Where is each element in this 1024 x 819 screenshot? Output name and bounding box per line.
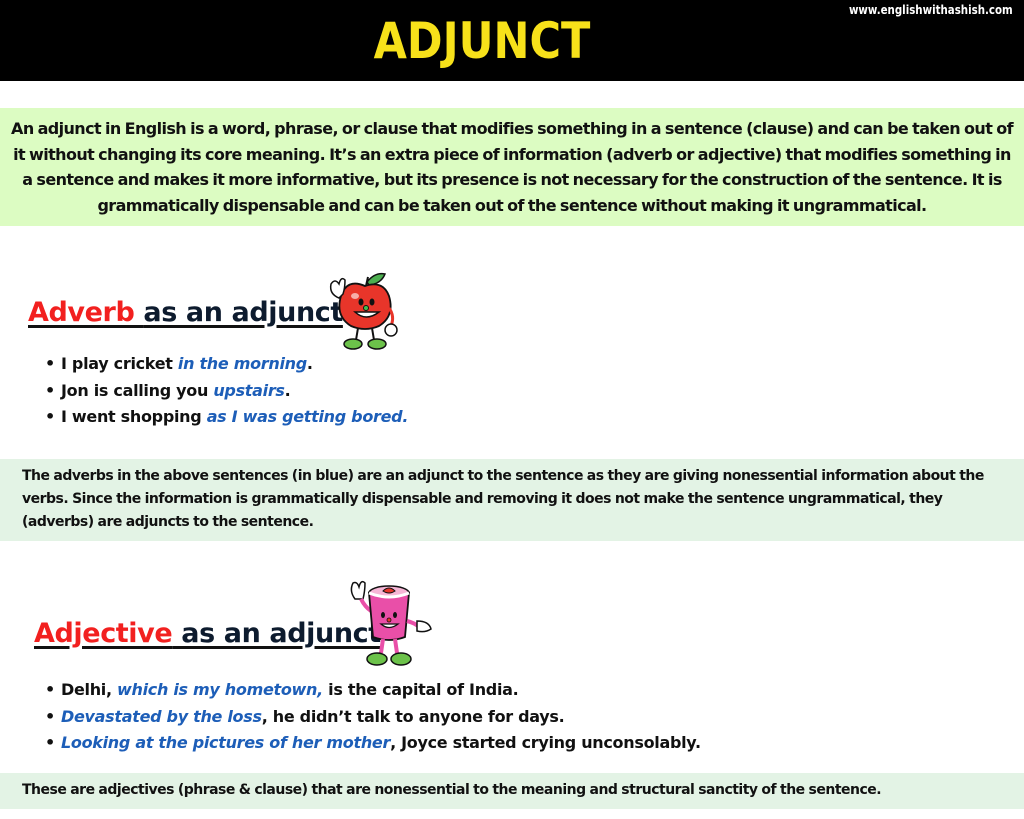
adverb-section-heading: Adverb as an adjunct [28, 296, 343, 330]
adjective-section-heading: Adjective as an adjunct [34, 617, 381, 651]
adjective-examples-list: Delhi, which is my hometown, is the capi… [45, 677, 701, 757]
adjective-explanation-text: These are adjectives (phrase & clause) t… [22, 782, 882, 798]
yogurt-cup-mascot-icon [350, 580, 432, 666]
header-banner: ADJUNCT www.englishwithashish.com [0, 0, 1024, 81]
website-url: www.englishwithashish.com [849, 2, 1013, 17]
adjunct-phrase: as I was getting bored. [206, 407, 409, 426]
heading-highlight: Adjective [34, 618, 173, 649]
list-item: I went shopping as I was getting bored. [45, 404, 408, 431]
adjunct-phrase: Devastated by the loss [61, 706, 262, 726]
list-item: I play cricket in the morning. [45, 351, 408, 378]
adjunct-phrase: which is my hometown, [117, 680, 323, 699]
adjunct-phrase: in the morning [177, 354, 307, 373]
list-item: Devastated by the loss, he didn’t talk t… [45, 704, 701, 731]
adjective-explanation-box: These are adjectives (phrase & clause) t… [0, 773, 1024, 809]
adjunct-phrase: Looking at the pictures of her mother [61, 733, 391, 752]
adverb-explanation-text: The adverbs in the above sentences (in b… [22, 468, 984, 530]
definition-box: An adjunct in English is a word, phrase,… [0, 108, 1024, 226]
page-title: ADJUNCT [373, 12, 591, 70]
adverb-explanation-box: The adverbs in the above sentences (in b… [0, 459, 1024, 541]
heading-rest: as an adjunct [143, 297, 343, 328]
list-item: Jon is calling you upstairs. [45, 378, 408, 405]
definition-text: An adjunct in English is a word, phrase,… [11, 119, 1014, 215]
apple-mascot-icon [329, 272, 398, 350]
adverb-examples-list: I play cricket in the morning. Jon is ca… [45, 351, 408, 431]
list-item: Looking at the pictures of her mother, J… [45, 730, 701, 757]
heading-highlight: Adverb [28, 297, 144, 328]
adjunct-phrase: upstairs [213, 380, 285, 400]
list-item: Delhi, which is my hometown, is the capi… [45, 677, 701, 704]
